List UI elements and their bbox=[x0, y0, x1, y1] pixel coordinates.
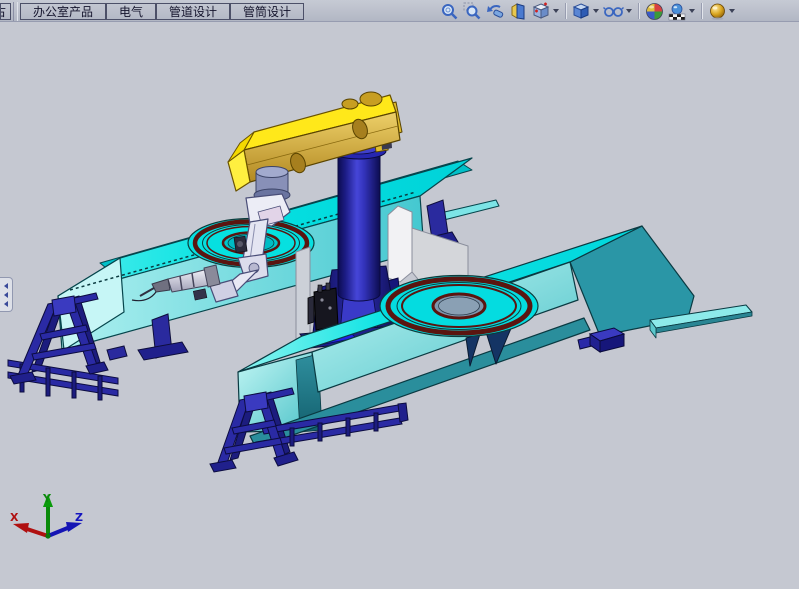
viewport-3d[interactable]: Y X Z bbox=[0, 0, 799, 589]
tab-separator bbox=[13, 2, 18, 21]
top-toolbar: 古 办公室产品 电气 管道设计 管筒设计 bbox=[0, 0, 799, 22]
column-control-box[interactable] bbox=[308, 283, 338, 330]
tab-piping-design[interactable]: 管道设计 bbox=[156, 3, 230, 20]
dropdown-arrow[interactable] bbox=[553, 9, 559, 13]
dropdown-arrow[interactable] bbox=[626, 9, 632, 13]
tab-electrical[interactable]: 电气 bbox=[106, 3, 156, 20]
previous-view-icon[interactable] bbox=[484, 0, 507, 22]
ring-seat-front[interactable] bbox=[380, 276, 538, 337]
dropdown-arrow[interactable] bbox=[593, 9, 599, 13]
view-orientation-icon[interactable] bbox=[530, 0, 561, 22]
command-manager-tabs: 古 办公室产品 电气 管道设计 管筒设计 bbox=[0, 0, 304, 22]
collapse-arrow-icon bbox=[4, 283, 8, 289]
collapse-arrow-icon bbox=[4, 301, 8, 307]
dropdown-arrow[interactable] bbox=[729, 9, 735, 13]
toolbar-separator bbox=[565, 3, 566, 19]
zoom-to-fit-icon[interactable] bbox=[438, 0, 461, 22]
feature-panel-collapse-tab[interactable] bbox=[0, 277, 13, 312]
collapse-arrow-icon bbox=[4, 292, 8, 298]
tab-office-products[interactable]: 办公室产品 bbox=[20, 3, 106, 20]
solidworks-window: Y X Z 古 办公室产品 电气 管道设计 管筒设计 bbox=[0, 0, 799, 589]
orientation-triad[interactable]: Y X Z bbox=[10, 492, 83, 539]
zoom-to-area-icon[interactable] bbox=[461, 0, 484, 22]
view-settings-icon[interactable] bbox=[706, 0, 737, 22]
display-style-icon[interactable] bbox=[570, 0, 601, 22]
toolbar-separator bbox=[638, 3, 639, 19]
hide-show-items-icon[interactable] bbox=[601, 0, 634, 22]
dropdown-arrow[interactable] bbox=[689, 9, 695, 13]
triad-x-label: X bbox=[10, 511, 19, 524]
tab-partial[interactable]: 古 bbox=[0, 3, 11, 20]
section-view-icon[interactable] bbox=[507, 0, 530, 22]
triad-z-label: Z bbox=[75, 511, 83, 524]
apply-scene-icon[interactable] bbox=[666, 0, 697, 22]
triad-y-label: Y bbox=[42, 492, 52, 505]
toolbar-separator bbox=[701, 3, 702, 19]
edit-appearance-icon[interactable] bbox=[643, 0, 666, 22]
tab-tubing-design[interactable]: 管筒设计 bbox=[230, 3, 304, 20]
heads-up-view-toolbar bbox=[438, 0, 737, 22]
